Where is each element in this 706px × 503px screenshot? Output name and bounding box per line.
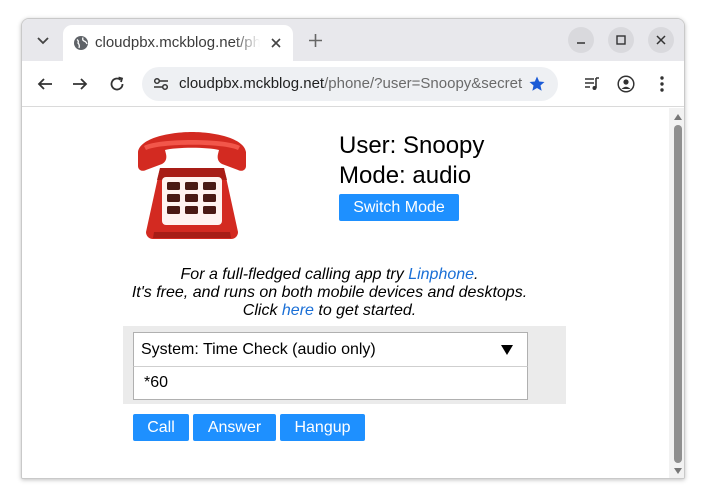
promo-line-1-prefix: For a full-fledged calling app try bbox=[180, 266, 409, 283]
destination-select[interactable]: System: Time Check (audio only) bbox=[133, 332, 528, 367]
browser-tab[interactable]: cloudpbx.mckblog.net/phone/?user=Snoopy bbox=[63, 25, 293, 61]
maximize-button[interactable] bbox=[608, 27, 634, 53]
promo-text: For a full-fledged calling app try Linph… bbox=[122, 266, 537, 320]
maximize-icon bbox=[616, 35, 626, 45]
tab-search-button[interactable] bbox=[32, 30, 54, 52]
promo-line-1: For a full-fledged calling app try Linph… bbox=[122, 266, 537, 284]
kebab-menu-icon bbox=[660, 76, 664, 92]
bookmark-button[interactable] bbox=[527, 74, 547, 94]
browser-toolbar: cloudpbx.mckblog.net/phone/?user=Snoopy&… bbox=[22, 61, 684, 107]
reload-button[interactable] bbox=[105, 72, 129, 96]
url-host: cloudpbx.mckblog.net bbox=[179, 75, 325, 92]
dropdown-triangle-icon bbox=[501, 345, 513, 355]
tab-close-button[interactable] bbox=[267, 34, 285, 52]
minimize-icon bbox=[577, 42, 585, 44]
chevron-down-icon bbox=[37, 37, 49, 45]
promo-line-3: Click here to get started. bbox=[122, 302, 537, 320]
new-tab-button[interactable] bbox=[304, 29, 326, 51]
media-queue-icon bbox=[585, 77, 599, 90]
star-icon bbox=[529, 76, 545, 91]
media-controls-button[interactable] bbox=[580, 72, 604, 96]
profile-button[interactable] bbox=[614, 72, 638, 96]
url-text: cloudpbx.mckblog.net/phone/?user=Snoopy&… bbox=[179, 75, 524, 95]
linphone-link[interactable]: Linphone bbox=[408, 266, 474, 283]
answer-button[interactable]: Answer bbox=[193, 414, 276, 441]
back-arrow-icon bbox=[37, 78, 52, 90]
triangle-up-icon bbox=[673, 114, 682, 120]
user-label: User: Snoopy bbox=[339, 132, 485, 159]
reload-icon bbox=[110, 76, 124, 91]
address-bar[interactable]: cloudpbx.mckblog.net/phone/?user=Snoopy&… bbox=[142, 67, 558, 101]
promo-line-2: It's free, and runs on both mobile devic… bbox=[131, 284, 528, 301]
switch-mode-button[interactable]: Switch Mode bbox=[339, 194, 459, 221]
back-button[interactable] bbox=[33, 72, 57, 96]
tab-strip: cloudpbx.mckblog.net/phone/?user=Snoopy bbox=[22, 19, 684, 61]
call-button[interactable]: Call bbox=[133, 414, 189, 441]
forward-arrow-icon bbox=[73, 78, 88, 90]
tune-icon bbox=[153, 77, 169, 91]
close-icon bbox=[656, 35, 666, 45]
url-path: /phone/?user=Snoopy&secret… bbox=[324, 75, 524, 92]
promo-line-3-suffix: to get started. bbox=[313, 302, 417, 319]
scroll-down-button[interactable] bbox=[669, 464, 684, 478]
promo-line-3-prefix: Click bbox=[242, 302, 282, 319]
close-window-button[interactable] bbox=[648, 27, 674, 53]
forward-button[interactable] bbox=[68, 72, 92, 96]
browser-menu-button[interactable] bbox=[650, 72, 674, 96]
get-started-link[interactable]: here bbox=[282, 302, 314, 319]
dial-panel: System: Time Check (audio only) bbox=[123, 326, 566, 404]
triangle-down-icon bbox=[673, 468, 682, 474]
scrollbar-thumb[interactable] bbox=[674, 125, 682, 463]
tab-title: cloudpbx.mckblog.net/phone/?user=Snoopy bbox=[95, 34, 260, 51]
number-input[interactable] bbox=[133, 367, 528, 400]
destination-select-value: System: Time Check (audio only) bbox=[141, 341, 376, 358]
page-content: User: Snoopy Mode: audio Switch Mode For… bbox=[22, 108, 669, 478]
hangup-button[interactable]: Hangup bbox=[280, 414, 365, 441]
scroll-up-button[interactable] bbox=[669, 110, 684, 124]
promo-line-1-suffix: . bbox=[474, 266, 479, 283]
mode-label: Mode: audio bbox=[339, 162, 472, 189]
site-info-button[interactable] bbox=[152, 75, 170, 93]
minimize-button[interactable] bbox=[568, 27, 594, 53]
vertical-scrollbar[interactable] bbox=[669, 108, 684, 478]
close-icon bbox=[271, 38, 281, 48]
browser-window: cloudpbx.mckblog.net/phone/?user=Snoopy bbox=[21, 18, 685, 479]
profile-icon bbox=[617, 75, 635, 93]
plus-icon bbox=[308, 33, 322, 47]
globe-icon bbox=[74, 36, 88, 50]
red-telephone-image bbox=[138, 132, 246, 239]
